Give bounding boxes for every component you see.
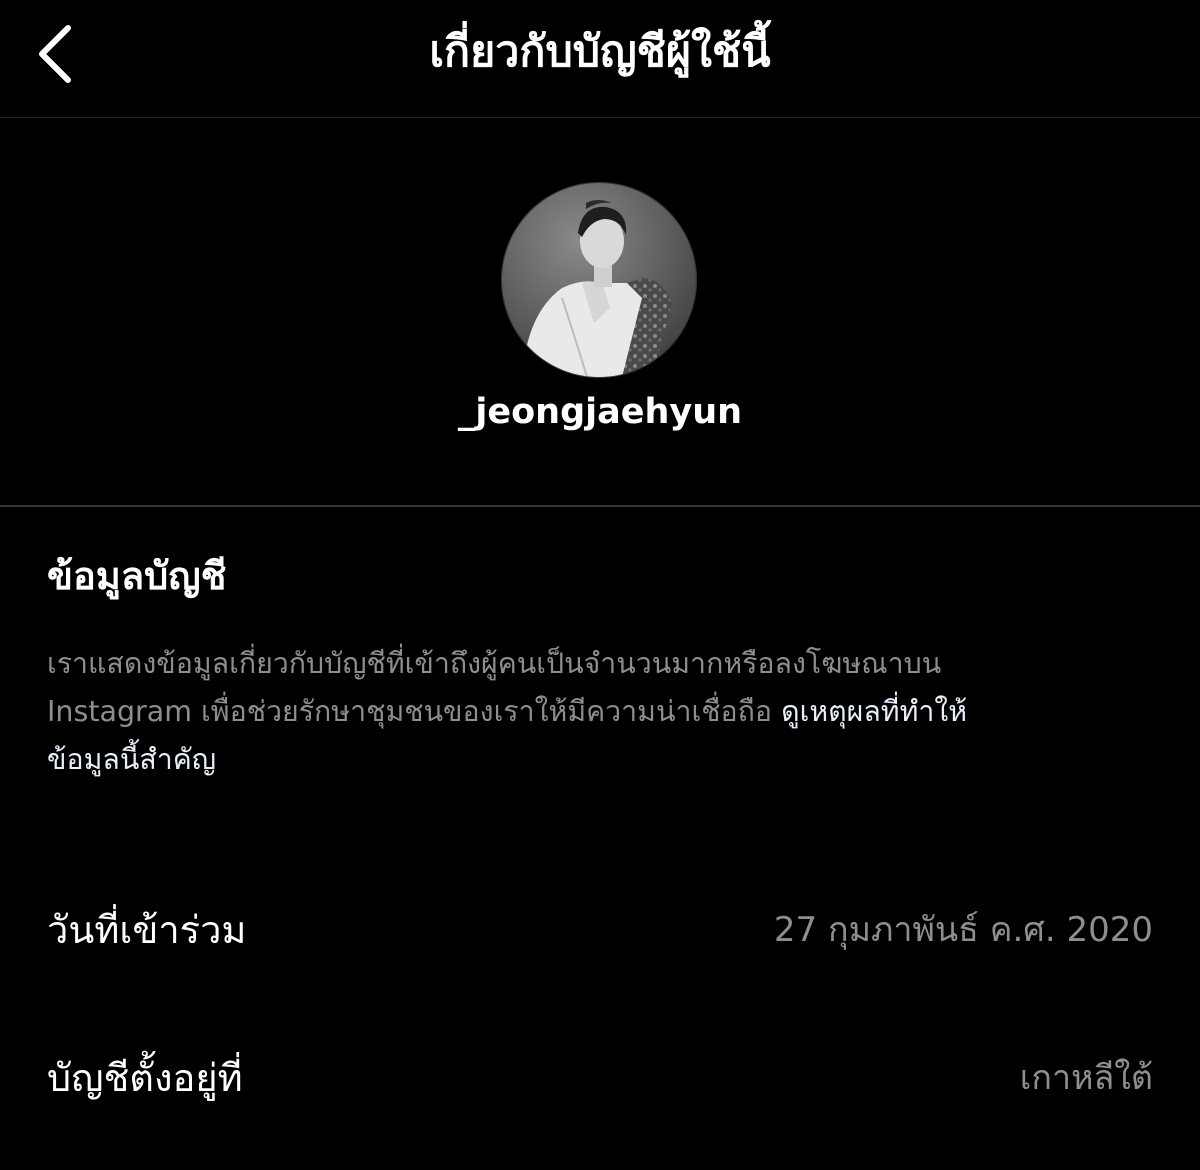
description-text: Instagram เพื่อช่วยรักษาชุมชนของเราให้มี… bbox=[47, 695, 773, 728]
profile-section: _jeongjaehyun bbox=[0, 118, 1200, 507]
account-info-description: เราแสดงข้อมูลเกี่ยวกับบัญชีที่เข้าถึงผู้… bbox=[47, 640, 1147, 784]
description-line: เราแสดงข้อมูลเกี่ยวกับบัญชีที่เข้าถึงผู้… bbox=[47, 647, 942, 680]
account-location-row: บัญชีตั้งอยู่ที่ เกาหลีใต้ bbox=[47, 1046, 1153, 1110]
date-joined-label: วันที่เข้าร่วม bbox=[47, 908, 247, 952]
page-title: เกี่ยวกับบัญชีผู้ใช้นี้ bbox=[429, 27, 771, 77]
date-joined-value: 27 กุมภาพันธ์ ค.ศ. 2020 bbox=[773, 910, 1153, 950]
section-title-account-info: ข้อมูลบัญชี bbox=[47, 554, 227, 598]
date-joined-row: วันที่เข้าร่วม 27 กุมภาพันธ์ ค.ศ. 2020 bbox=[47, 898, 1153, 962]
description-line: ข้อมูลนี้สำคัญ bbox=[47, 736, 1147, 784]
avatar[interactable] bbox=[502, 183, 696, 377]
username: _jeongjaehyun bbox=[457, 392, 743, 432]
top-bar: เกี่ยวกับบัญชีผู้ใช้นี้ bbox=[0, 0, 1200, 118]
profile-photo bbox=[502, 183, 696, 377]
account-location-label: บัญชีตั้งอยู่ที่ bbox=[47, 1056, 243, 1100]
description-line: Instagram เพื่อช่วยรักษาชุมชนของเราให้มี… bbox=[47, 688, 1147, 736]
learn-why-link[interactable]: ดูเหตุผลที่ทำให้ bbox=[781, 695, 967, 728]
learn-why-link-continued[interactable]: ข้อมูลนี้สำคัญ bbox=[47, 743, 216, 776]
account-location-value: เกาหลีใต้ bbox=[1019, 1058, 1153, 1098]
